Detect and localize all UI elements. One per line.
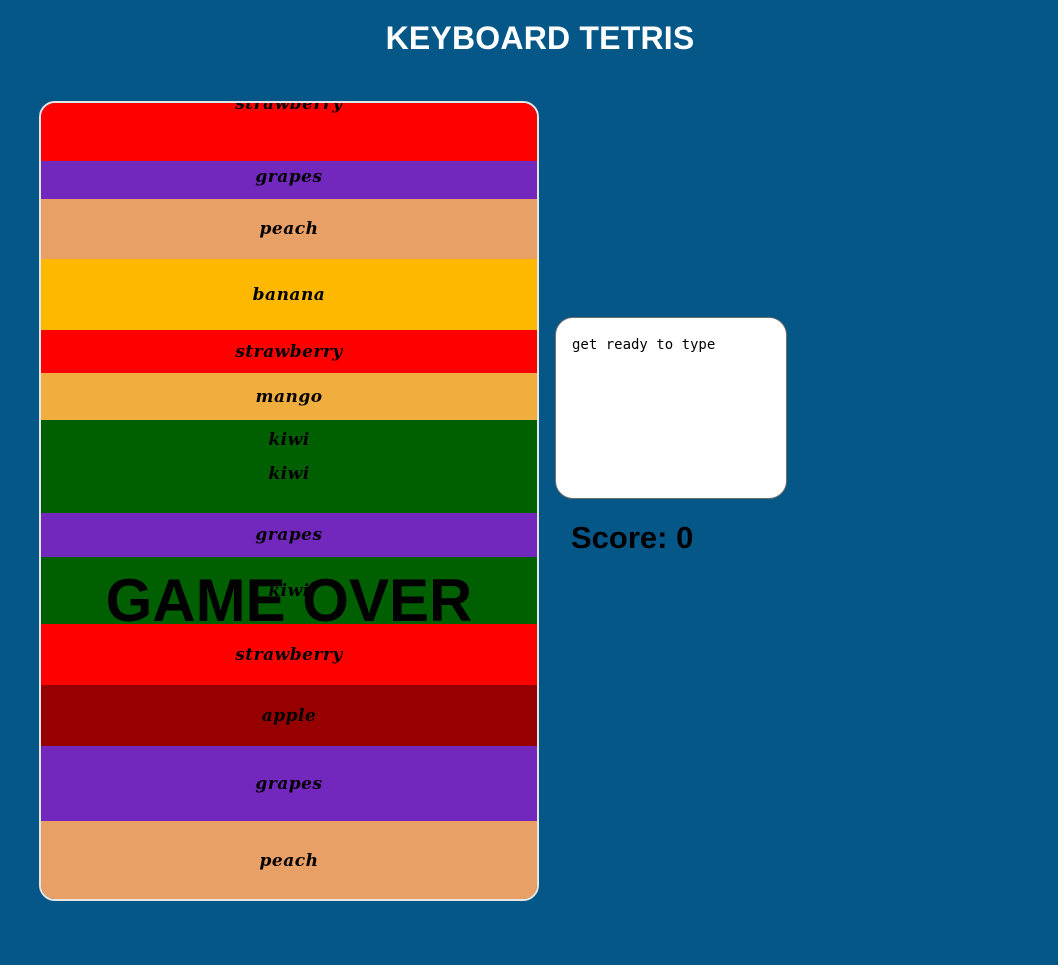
fruit-word: banana [252,284,326,305]
fruit-block: strawberry [41,624,537,685]
fruit-block: grapes [41,161,537,199]
fruit-word: strawberry [235,101,343,114]
fruit-block: kiwi [41,460,537,513]
fruit-word: peach [259,219,319,239]
fruit-block: kiwi [41,420,537,460]
typing-input[interactable]: get ready to type [555,317,787,499]
score-display: Score: 0 [571,520,694,555]
fruit-word: kiwi [268,580,310,601]
fruit-word: strawberry [235,644,343,665]
fruit-word: kiwi [268,430,310,450]
fruit-block: strawberry [41,101,537,161]
fruit-block: kiwi [41,557,537,624]
fruit-block: strawberry [41,330,537,373]
game-board: strawberry grapes peach banana strawberr… [39,101,539,901]
fruit-word: peach [259,851,319,871]
fruit-block: grapes [41,746,537,821]
fruit-block: apple [41,685,537,746]
fruit-word: kiwi [268,463,310,484]
fruit-word: strawberry [235,341,343,362]
fruit-block: banana [41,259,537,330]
fruit-word: mango [255,386,323,407]
fruit-block: peach [41,821,537,899]
fruit-word: apple [261,705,317,726]
fruit-block: grapes [41,513,537,557]
fruit-word: grapes [255,167,323,187]
fruit-block: mango [41,373,537,420]
fruit-block: peach [41,199,537,259]
fruit-word: grapes [255,773,323,794]
fruit-word: grapes [255,525,323,545]
game-title: KEYBOARD TETRIS [385,20,695,56]
